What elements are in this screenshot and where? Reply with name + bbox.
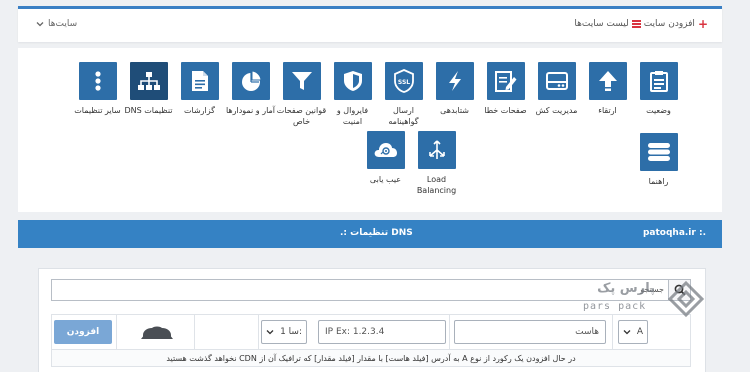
plus-icon: +: [697, 16, 708, 31]
breadcrumb: + افزودن سایت لیست سایت‌ها: [574, 16, 708, 31]
chevron-down-icon: [36, 22, 44, 27]
sites-dropdown[interactable]: سایت‌ها: [36, 19, 77, 29]
breadcrumb-add-site[interactable]: افزودن سایت: [644, 19, 695, 29]
tool-reports[interactable]: گزارشات: [174, 62, 225, 127]
tool-other-settings[interactable]: سایر تنظیمات: [72, 62, 123, 127]
ttl-select[interactable]: 1 سا:: [261, 320, 307, 344]
tool-firewall[interactable]: فایروال و امنیت: [327, 62, 378, 127]
chevron-down-icon: [266, 330, 274, 335]
clipboard-icon: [649, 71, 668, 92]
lightning-icon: [448, 71, 461, 91]
list-icon: [647, 143, 670, 161]
ssl-badge-icon: SSL: [393, 69, 414, 93]
value-field[interactable]: IP Ex: 1.2.3.4: [318, 320, 446, 344]
tool-troubleshoot[interactable]: عیب یابی: [360, 131, 411, 196]
tool-load-balancing[interactable]: Load Balancing: [411, 131, 462, 196]
document-icon: [191, 71, 208, 91]
ttl-value: 1 سا:: [280, 327, 302, 337]
svg-text:SSL: SSL: [397, 79, 409, 86]
sitemap-icon: [137, 72, 160, 90]
watermark-en: pars pack: [583, 301, 647, 312]
server-icon: [545, 72, 568, 90]
dots-vertical-icon: [94, 71, 101, 91]
record-type-value: A: [636, 327, 643, 337]
chevron-down-icon: [623, 330, 631, 335]
parspack-watermark: پارس پک pars pack: [583, 279, 707, 327]
watermark-name: پارس پک: [597, 281, 655, 296]
cloud-proxy-toggle-icon[interactable]: [140, 324, 174, 342]
tool-help[interactable]: راهنما: [633, 133, 684, 187]
tool-dns-settings[interactable]: تنظیمات DNS: [123, 62, 174, 127]
tool-ssl[interactable]: SSL ارسال گواهینامه: [378, 62, 429, 127]
breadcrumb-site-list[interactable]: لیست سایت‌ها: [574, 19, 628, 29]
tool-cache[interactable]: مدیریت کش: [531, 62, 582, 127]
add-button[interactable]: افزودن: [54, 320, 112, 344]
section-title: .: تنظیمات DNS: [340, 228, 413, 238]
section-domain: patoqha.ir :.: [642, 228, 706, 238]
top-bar: سایت‌ها + افزودن سایت لیست سایت‌ها: [18, 6, 722, 42]
tool-stats[interactable]: آمار و نمودارها: [225, 62, 276, 127]
pie-chart-icon: [241, 70, 262, 91]
filter-icon: [291, 72, 312, 90]
toolbar-panel: وضعیت ارتقاء مدیریت کش صفحات خطا شتابدهی…: [18, 48, 722, 212]
add-record-hint: در حال افزودن یک رکورد از نوع A به آدرس …: [51, 349, 691, 367]
tool-page-rules[interactable]: قوانین صفحات خاص: [276, 62, 327, 127]
tool-acceleration[interactable]: شتابدهی: [429, 62, 480, 127]
cloud-troubleshoot-icon: [374, 143, 397, 157]
shield-icon: [343, 71, 362, 91]
tool-upgrade[interactable]: ارتقاء: [582, 62, 633, 127]
load-balance-icon: [428, 140, 445, 159]
edit-page-icon: [494, 71, 516, 92]
toolbar-row-2: Load Balancing عیب یابی: [342, 131, 462, 196]
section-header: .: تنظیمات DNS patoqha.ir :.: [18, 220, 722, 248]
list-icon: [631, 20, 641, 28]
tool-status[interactable]: وضعیت: [633, 62, 684, 127]
tool-error-pages[interactable]: صفحات خطا: [480, 62, 531, 127]
upgrade-arrow-icon: [598, 71, 617, 91]
sites-dropdown-label: سایت‌ها: [48, 19, 78, 29]
parspack-logo-icon: [667, 281, 705, 318]
